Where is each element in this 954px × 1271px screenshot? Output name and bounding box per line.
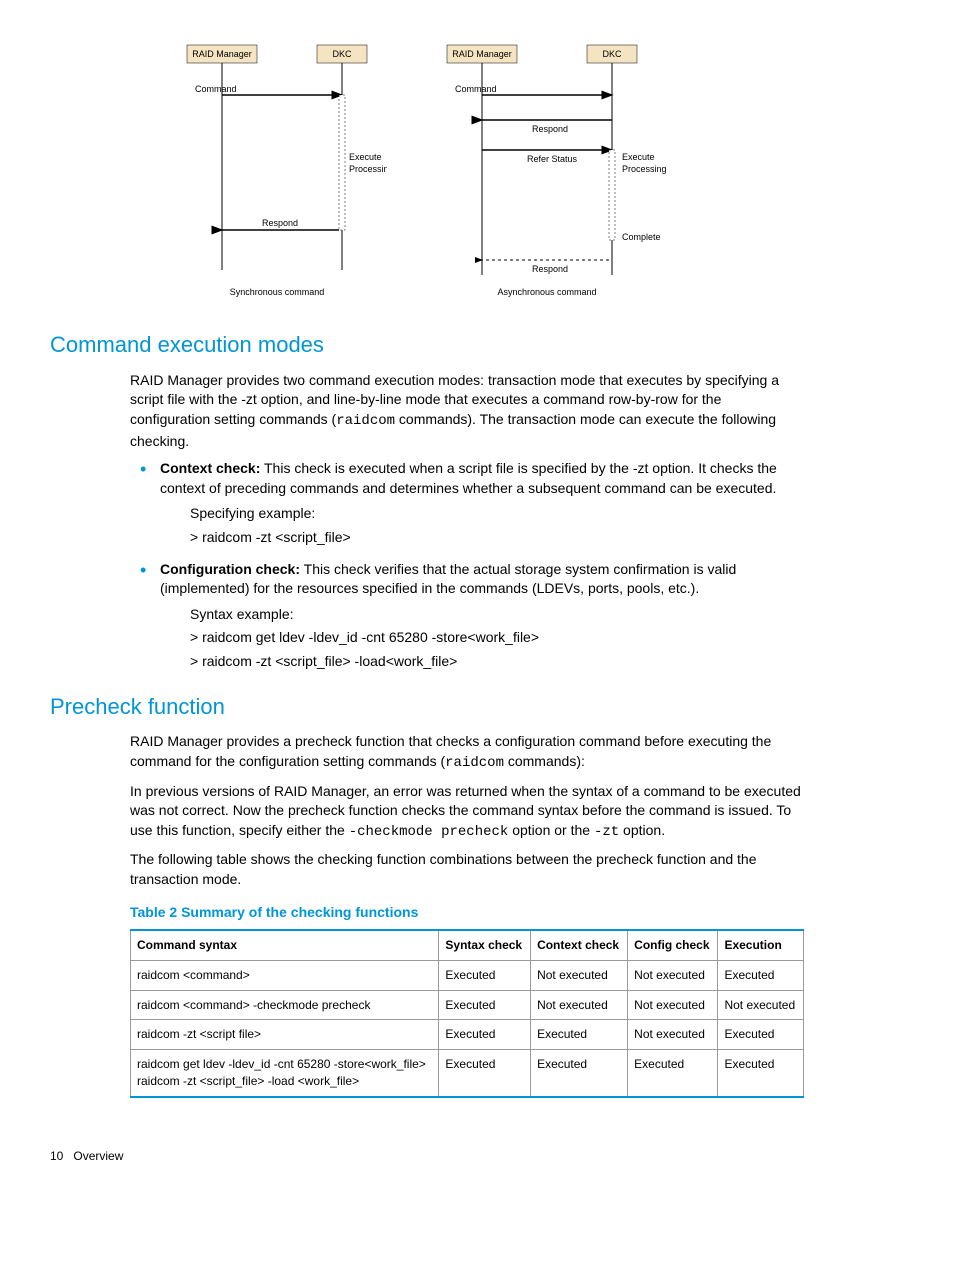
- table-cell: Executed: [531, 1050, 628, 1097]
- section1-intro: RAID Manager provides two command execut…: [130, 371, 804, 451]
- sync-execute-label: Execute: [349, 152, 382, 162]
- inline-code: -zt: [594, 824, 619, 840]
- svg-text:Processing: Processing: [349, 164, 387, 174]
- table-cell: Not executed: [531, 990, 628, 1020]
- sub-line: > raidcom -zt <script_file>: [190, 528, 804, 548]
- bullet-configuration-check: Configuration check: This check verifies…: [130, 560, 804, 672]
- th-syntax-check: Syntax check: [439, 930, 531, 960]
- table-cell: Executed: [439, 990, 531, 1020]
- table-cell: Executed: [628, 1050, 718, 1097]
- checking-functions-table: Command syntax Syntax check Context chec…: [130, 929, 804, 1098]
- text: commands):: [504, 753, 585, 769]
- text: option or the: [508, 822, 594, 838]
- async-box-right: DKC: [602, 49, 622, 59]
- async-complete-label: Complete: [622, 232, 661, 242]
- table-cell: Executed: [718, 1020, 804, 1050]
- svg-text:Processing: Processing: [622, 164, 667, 174]
- table-cell: Not executed: [531, 960, 628, 990]
- table-row: raidcom <command> -checkmode precheckExe…: [131, 990, 804, 1020]
- table-cell: raidcom get ldev -ldev_id -cnt 65280 -st…: [131, 1050, 439, 1097]
- precheck-p3: The following table shows the checking f…: [130, 850, 804, 889]
- table-cell: Executed: [718, 1050, 804, 1097]
- table-header-row: Command syntax Syntax check Context chec…: [131, 930, 804, 960]
- async-box-left: RAID Manager: [452, 49, 512, 59]
- sub-line: Syntax example:: [190, 605, 804, 625]
- sub-line: Specifying example:: [190, 504, 804, 524]
- table-row: raidcom -zt <script file>ExecutedExecute…: [131, 1020, 804, 1050]
- table-cell: Not executed: [718, 990, 804, 1020]
- async-caption: Asynchronous command: [497, 287, 596, 297]
- table-cell: raidcom <command>: [131, 960, 439, 990]
- async-refer-label: Refer Status: [527, 154, 578, 164]
- sync-box-left: RAID Manager: [192, 49, 252, 59]
- th-execution: Execution: [718, 930, 804, 960]
- table-cell: Executed: [718, 960, 804, 990]
- bullet-label: Configuration check:: [160, 561, 300, 577]
- text: option.: [619, 822, 665, 838]
- diagrams: RAID Manager DKC Command Execute Process…: [50, 40, 804, 300]
- table-cell: Executed: [439, 1020, 531, 1050]
- table-cell: Not executed: [628, 960, 718, 990]
- chapter-name: Overview: [73, 1149, 123, 1163]
- sync-box-right: DKC: [332, 49, 352, 59]
- table-cell: raidcom <command> -checkmode precheck: [131, 990, 439, 1020]
- sync-respond-label: Respond: [262, 218, 298, 228]
- table-cell: Not executed: [628, 1020, 718, 1050]
- th-context-check: Context check: [531, 930, 628, 960]
- table-cell: Executed: [531, 1020, 628, 1050]
- th-config-check: Config check: [628, 930, 718, 960]
- diagram-synchronous: RAID Manager DKC Command Execute Process…: [167, 40, 387, 300]
- sub-line: > raidcom get ldev -ldev_id -cnt 65280 -…: [190, 628, 804, 648]
- table-cell: Executed: [439, 1050, 531, 1097]
- heading-command-execution-modes: Command execution modes: [50, 330, 804, 361]
- sub-line: > raidcom -zt <script_file> -load<work_f…: [190, 652, 804, 672]
- async-respond2-label: Respond: [532, 264, 568, 274]
- bullet-list: Context check: This check is executed wh…: [130, 459, 804, 671]
- table-cell: Executed: [439, 960, 531, 990]
- async-execute-label: Execute: [622, 152, 655, 162]
- diagram-asynchronous: RAID Manager DKC Command Respond Refer S…: [427, 40, 687, 300]
- heading-precheck-function: Precheck function: [50, 692, 804, 723]
- bullet-label: Context check:: [160, 460, 260, 476]
- async-respond1-label: Respond: [532, 124, 568, 134]
- page-number: 10: [50, 1149, 63, 1163]
- precheck-p1: RAID Manager provides a precheck functio…: [130, 732, 804, 773]
- inline-code: raidcom: [336, 413, 395, 429]
- page-footer: 10 Overview: [50, 1148, 804, 1165]
- table-row: raidcom <command>ExecutedNot executedNot…: [131, 960, 804, 990]
- sync-command-label: Command: [195, 84, 237, 94]
- th-command-syntax: Command syntax: [131, 930, 439, 960]
- inline-code: raidcom: [445, 755, 504, 771]
- sync-caption: Synchronous command: [230, 287, 325, 297]
- table-title: Table 2 Summary of the checking function…: [130, 903, 804, 923]
- precheck-p2: In previous versions of RAID Manager, an…: [130, 782, 804, 843]
- async-command-label: Command: [455, 84, 497, 94]
- inline-code: -checkmode precheck: [349, 824, 509, 840]
- table-row: raidcom get ldev -ldev_id -cnt 65280 -st…: [131, 1050, 804, 1097]
- bullet-context-check: Context check: This check is executed wh…: [130, 459, 804, 547]
- table-cell: raidcom -zt <script file>: [131, 1020, 439, 1050]
- table-cell: Not executed: [628, 990, 718, 1020]
